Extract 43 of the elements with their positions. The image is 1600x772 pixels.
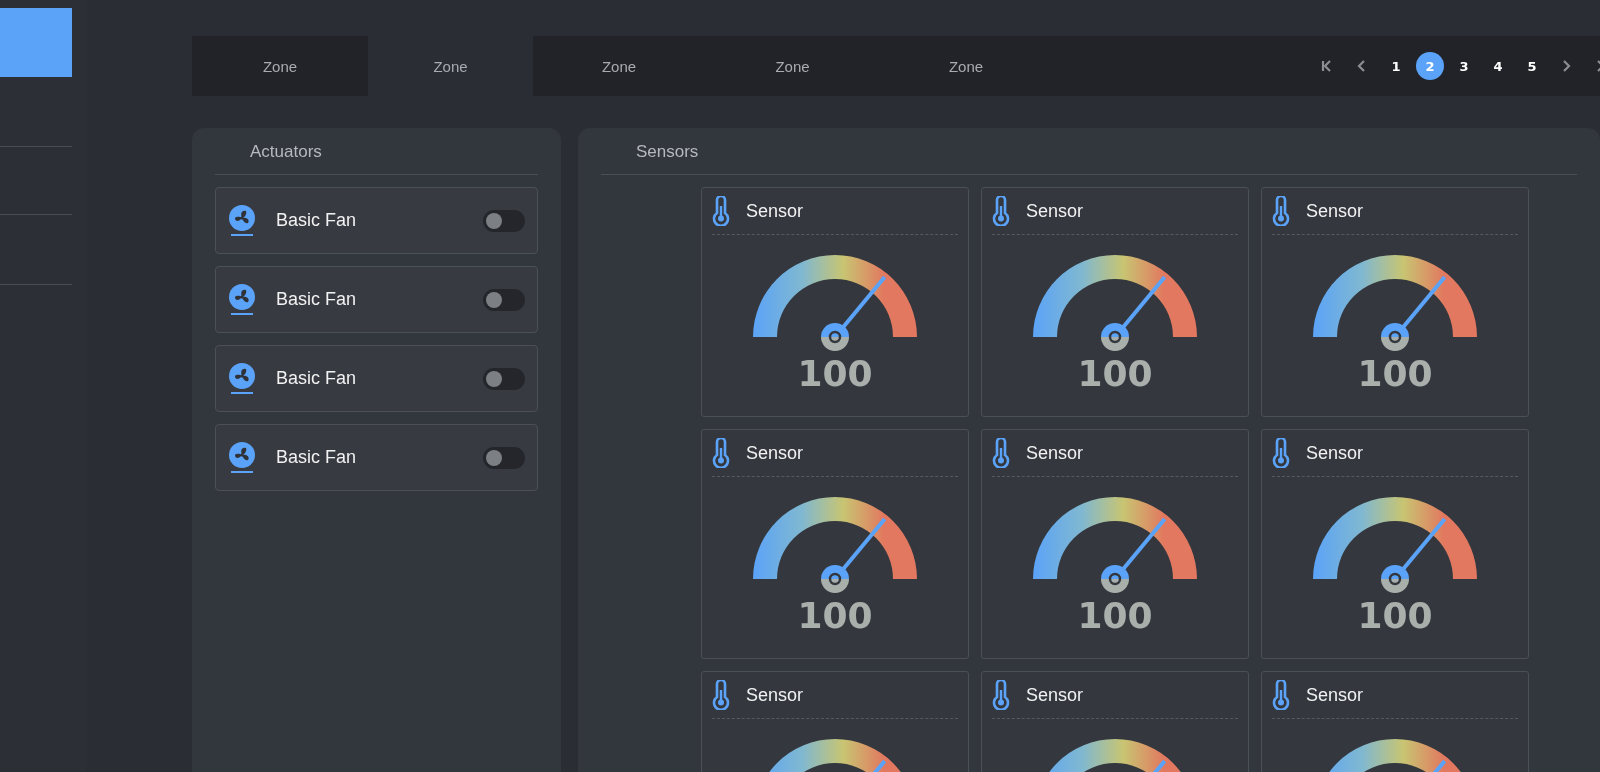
sensor-value: 100 bbox=[796, 595, 874, 636]
page-button[interactable]: 4 bbox=[1484, 52, 1512, 80]
toggle-switch[interactable] bbox=[483, 288, 525, 311]
sensor-name: Sensor bbox=[1026, 684, 1084, 706]
toggle-switch[interactable] bbox=[483, 367, 525, 390]
sensor-name: Sensor bbox=[746, 442, 804, 464]
page-button[interactable]: 5 bbox=[1518, 52, 1546, 80]
sensor-name: Sensor bbox=[1306, 442, 1364, 464]
actuator-name: Basic Fan bbox=[276, 368, 358, 389]
sensor-name: Sensor bbox=[1306, 200, 1364, 222]
thermometer-icon bbox=[712, 196, 730, 226]
thermometer-icon bbox=[712, 680, 730, 710]
fan-icon bbox=[228, 441, 256, 474]
sensor-value: 100 bbox=[1356, 353, 1434, 394]
page-button[interactable]: 1 bbox=[1382, 52, 1410, 80]
actuator-name: Basic Fan bbox=[276, 210, 358, 231]
toggle-switch[interactable] bbox=[483, 209, 525, 232]
thermometer-icon bbox=[992, 438, 1010, 468]
sensor-name: Sensor bbox=[1306, 684, 1364, 706]
sensor-name: Sensor bbox=[746, 684, 804, 706]
zone-tab[interactable]: Zone bbox=[368, 36, 533, 96]
sensor-value: 100 bbox=[1356, 595, 1434, 636]
panel-title: Sensors bbox=[601, 128, 1577, 175]
page-button[interactable]: 3 bbox=[1450, 52, 1478, 80]
fan-icon bbox=[228, 362, 256, 395]
sensor-value: 100 bbox=[796, 353, 874, 394]
thermometer-icon bbox=[712, 438, 730, 468]
thermometer-icon bbox=[992, 196, 1010, 226]
fan-icon bbox=[228, 204, 256, 237]
sensor-value: 100 bbox=[1076, 353, 1154, 394]
thermometer-icon bbox=[1272, 680, 1290, 710]
sensor-value: 100 bbox=[1076, 595, 1154, 636]
fan-icon bbox=[228, 283, 256, 316]
thermometer-icon bbox=[1272, 196, 1290, 226]
toggle-switch[interactable] bbox=[483, 446, 525, 469]
sensor-name: Sensor bbox=[746, 200, 804, 222]
sensor-name: Sensor bbox=[1026, 442, 1084, 464]
actuator-name: Basic Fan bbox=[276, 447, 358, 468]
thermometer-icon bbox=[992, 680, 1010, 710]
panel-title: Actuators bbox=[215, 128, 538, 175]
sensor-name: Sensor bbox=[1026, 200, 1084, 222]
actuator-name: Basic Fan bbox=[276, 289, 358, 310]
thermometer-icon bbox=[1272, 438, 1290, 468]
